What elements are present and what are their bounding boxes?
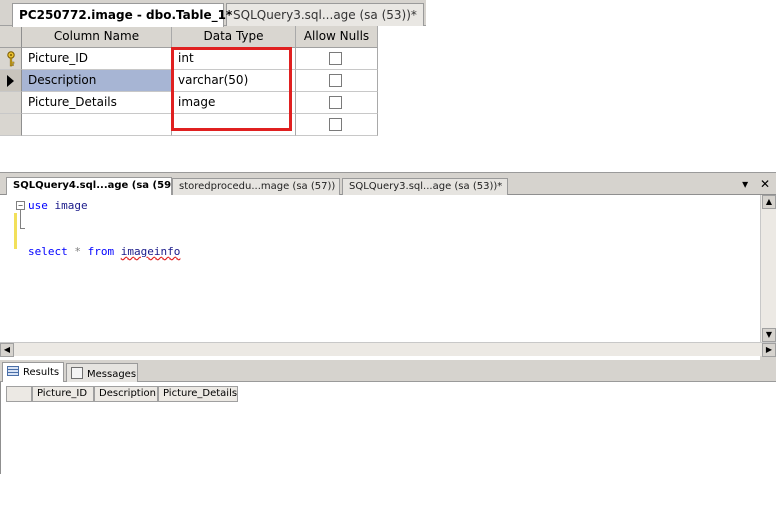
header-column-name: Column Name [22,26,172,48]
cell-column-name[interactable]: Picture_ID [22,48,172,70]
cell-data-type[interactable]: int [172,48,296,70]
tab-sqlquery3[interactable]: SQLQuery3.sql...age (sa (53))* [226,3,424,26]
messages-icon [71,367,83,379]
cell-data-type[interactable]: varchar(50) [172,70,296,92]
tab-table-designer[interactable]: PC250772.image - dbo.Table_1* [12,3,232,27]
tab-sqlquery4[interactable]: SQLQuery4.sql...age (sa (59))* [6,177,185,195]
grid-row-description[interactable]: Description varchar(50) [0,70,378,92]
cell-allow-nulls [296,92,378,114]
query-editor-window: SQLQuery4.sql...age (sa (59))* storedpro… [0,172,776,515]
tab-results[interactable]: Results [2,362,64,382]
header-selector [0,26,22,48]
outline-guide [20,210,21,228]
designer-tab-strip: PC250772.image - dbo.Table_1* SQLQuery3.… [0,0,426,27]
keyword-select: select [28,245,68,258]
results-column-header[interactable]: Picture_ID [32,386,94,402]
grid-row-picture-id[interactable]: Picture_ID int [0,48,378,70]
keyword-use: use [28,199,48,212]
results-column-header[interactable]: Picture_Details [158,386,238,402]
code-line-1: use image [28,199,88,212]
close-icon[interactable]: ✕ [760,177,770,191]
cell-data-type[interactable]: image [172,92,296,114]
row-selector[interactable] [0,114,22,136]
tab-controls: ▾ ✕ [734,177,770,191]
outline-guide-end [20,228,25,229]
scroll-up-icon[interactable]: ▲ [762,195,776,209]
results-column-header[interactable]: Description [94,386,158,402]
collapse-icon[interactable]: − [16,201,25,210]
current-row-arrow-icon [7,75,14,87]
grid-row-picture-details[interactable]: Picture_Details image [0,92,378,114]
row-selector[interactable] [0,92,22,114]
tab-messages-label: Messages [87,369,137,380]
grid-row-new[interactable] [0,114,378,136]
grid-icon [7,366,19,376]
editor-horizontal-scrollbar[interactable]: ◀ ▶ [0,342,776,357]
column-grid: Column Name Data Type Allow Nulls Pictur… [0,26,378,136]
tab-messages[interactable]: Messages [66,363,138,382]
code-line-3: select * from imageinfo [28,245,180,258]
changed-lines-marker [14,213,17,249]
editor-vertical-scrollbar[interactable]: ▲ ▼ [760,195,776,342]
results-row-header [6,386,32,402]
allow-nulls-checkbox[interactable] [329,96,342,109]
allow-nulls-checkbox[interactable] [329,52,342,65]
primary-key-icon [7,51,15,67]
tab-storedprocedure[interactable]: storedprocedu...mage (sa (57)) [172,178,340,195]
grid-header: Column Name Data Type Allow Nulls [0,26,378,48]
row-selector[interactable] [0,48,22,70]
header-data-type: Data Type [172,26,296,48]
cell-allow-nulls [296,70,378,92]
star-operator: * [74,245,81,258]
cell-column-name[interactable]: Description [22,70,172,92]
query-tab-strip: SQLQuery4.sql...age (sa (59))* storedpro… [0,173,776,195]
results-grid-area[interactable]: Picture_ID Description Picture_Details [0,382,776,474]
cell-data-type[interactable] [172,114,296,136]
tab-list-dropdown-icon[interactable]: ▾ [742,177,748,191]
cell-allow-nulls [296,114,378,136]
allow-nulls-checkbox[interactable] [329,74,342,87]
scroll-down-icon[interactable]: ▼ [762,328,776,342]
header-allow-nulls: Allow Nulls [296,26,378,48]
scroll-left-icon[interactable]: ◀ [0,343,14,357]
cell-column-name[interactable] [22,114,172,136]
keyword-from: from [87,245,115,258]
code-area[interactable]: − use image select * from imageinfo [0,195,760,341]
scroll-right-icon[interactable]: ▶ [762,343,776,357]
table-name: imageinfo [120,245,181,258]
database-name: image [54,199,88,212]
tab-results-label: Results [23,367,60,378]
cell-column-name[interactable]: Picture_Details [22,92,172,114]
cell-allow-nulls [296,48,378,70]
row-selector[interactable] [0,70,22,92]
tab-sqlquery3[interactable]: SQLQuery3.sql...age (sa (53))* [342,178,508,195]
results-tab-strip: Results Messages [0,360,776,382]
allow-nulls-checkbox[interactable] [329,118,342,131]
